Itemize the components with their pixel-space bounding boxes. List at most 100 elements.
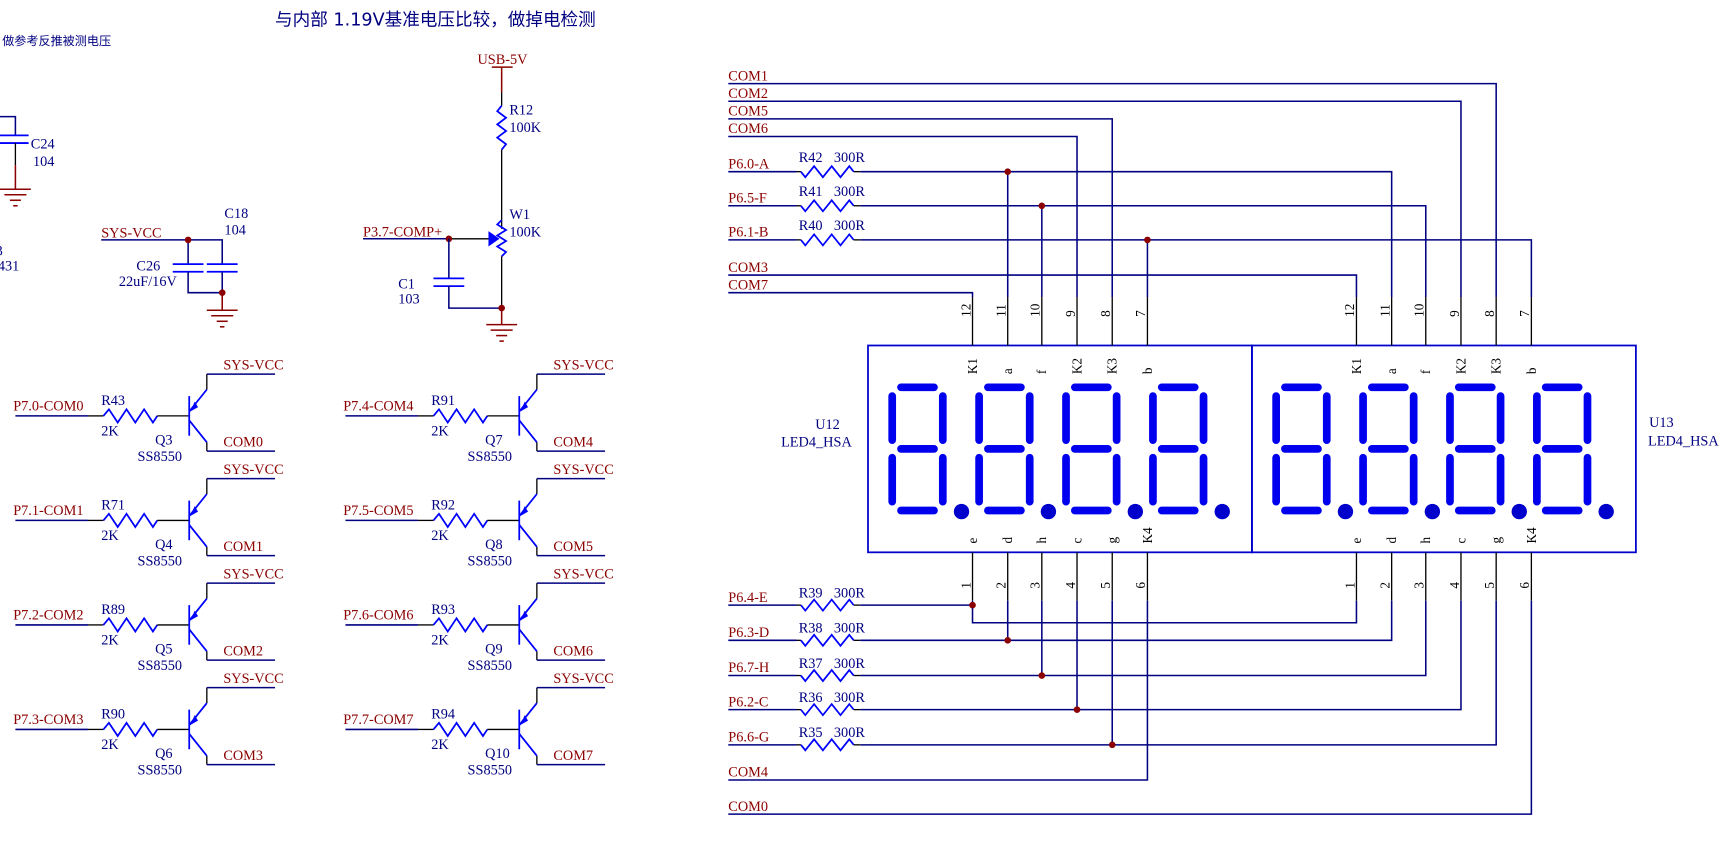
segment-dp — [1127, 503, 1144, 520]
top-pin-number: 11 — [1377, 304, 1392, 317]
bottom-pin-name: c — [1453, 538, 1468, 544]
base-resistor — [432, 616, 489, 634]
seven-segment-digit — [1149, 383, 1230, 520]
base-resistor-value: 2K — [101, 737, 119, 753]
base-resistor-ref: R71 — [101, 497, 125, 513]
seven-segment-digit — [1359, 383, 1441, 520]
cut-value: 431 — [0, 259, 19, 275]
top-pin-number: 11 — [994, 304, 1009, 317]
bottom-pin-number: 3 — [1028, 582, 1043, 589]
transistor-ref: Q10 — [485, 746, 510, 762]
series-resistor-value: 300R — [834, 585, 865, 601]
driver-output-label: COM3 — [223, 748, 263, 764]
bottom-pin-name: g — [1489, 537, 1504, 544]
base-resistor-value: 2K — [101, 424, 119, 440]
top-pin-number: 8 — [1098, 310, 1113, 317]
bottom-pin-name: e — [1349, 538, 1364, 544]
net-label: P6.1-B — [728, 225, 768, 241]
bottom-pin-number: 3 — [1412, 582, 1427, 589]
base-resistor-value: 2K — [101, 633, 119, 649]
base-resistor — [102, 616, 159, 634]
top-pin-name: b — [1140, 367, 1155, 374]
driver-q7: P7.4-COM4 R91 2K SYS-VCC COM4 Q7SS8550 — [343, 358, 614, 465]
series-resistor-value: 300R — [834, 656, 865, 672]
transistor-drivers: P7.0-COM0 R432KSYS-VCCCOM0Q3SS8550 P7.1-CO… — [13, 358, 614, 779]
transistor-part: SS8550 — [468, 763, 513, 779]
bottom-pin-name: g — [1105, 537, 1120, 544]
seven-segment-digit — [1062, 383, 1144, 520]
base-resistor — [432, 512, 489, 529]
segment-dp — [1598, 503, 1614, 520]
led-display-section: 12K111a10f9K28K37b1e2d3h4c5g6K412K111a10… — [728, 68, 1719, 815]
transistor-ref: Q6 — [155, 746, 172, 762]
transistor-ref: Q4 — [155, 537, 172, 553]
series-resistor-value: 300R — [834, 184, 865, 200]
seven-segment-digit — [975, 383, 1057, 520]
series-resistor-value: 300R — [834, 150, 865, 166]
bottom-pin-name: c — [1069, 538, 1084, 544]
u12-ref: U12 — [815, 417, 840, 433]
series-resistor-ref: R35 — [799, 725, 823, 741]
top-pin-number: 10 — [1412, 303, 1427, 317]
driver-q8: P7.5-COM5 R92 2K SYS-VCC COM5 Q8SS8550 — [343, 462, 614, 569]
base-resistor-ref: R92 — [431, 497, 455, 513]
top-pin-number: 10 — [1028, 303, 1043, 317]
led-module-u13: 12 K1 11 a 10 f 9 K2 8 K3 7 b 1 e 2 d 3 h 4 c 5 g 6 K4 — [1251, 297, 1637, 601]
transistor-part: SS8550 — [468, 449, 513, 465]
net-label: P6.6-G — [728, 730, 769, 746]
net-com6: COM6 — [728, 121, 1078, 298]
base-resistor-value: 2K — [431, 528, 449, 544]
net-label: COM0 — [728, 799, 768, 815]
series-resistor-value: 300R — [834, 690, 865, 706]
series-resistor-value: 300R — [834, 218, 865, 234]
net-label: COM3 — [728, 260, 768, 276]
driver-q10: P7.7-COM7 R94 2K SYS-VCC COM7 Q10SS8550 — [343, 671, 614, 778]
top-pin-name: K3 — [1105, 358, 1120, 375]
driver-q3: P7.0-COM0 R43 2K SYS-VCC COM0 Q3SS8550 — [13, 358, 284, 465]
r12-resistor — [495, 105, 508, 151]
driver-output-label: COM2 — [223, 644, 263, 660]
bottom-pin-name: e — [965, 538, 980, 544]
driver-output-label: COM5 — [553, 539, 593, 555]
c26-ref: C26 — [136, 259, 160, 275]
series-resistor-value: 300R — [834, 621, 865, 637]
schematic: 与内部 1.19V基准电压比较，做掉电检测 做参考反推被测电压 C24 104 … — [0, 10, 1719, 815]
schematic-title: 与内部 1.19V基准电压比较，做掉电检测 — [275, 10, 596, 30]
transistor-ref: Q7 — [485, 433, 502, 449]
cut-ref: 3 — [0, 243, 3, 259]
net-label: COM5 — [728, 104, 768, 120]
comparator-network: USB-5V R12 100K W1 100K P3.7-COMP+ C1 10… — [363, 52, 542, 342]
c24-ref: C24 — [31, 137, 55, 153]
top-pin-number: 12 — [1342, 304, 1357, 317]
transistor-part: SS8550 — [138, 554, 183, 570]
driver-output-label: COM6 — [553, 644, 593, 660]
bottom-pin-number: 1 — [1342, 582, 1357, 589]
segment-dp — [1040, 503, 1057, 520]
top-pin-name: K3 — [1489, 358, 1504, 375]
c18-ref: C18 — [224, 206, 248, 222]
net-label: COM7 — [728, 277, 768, 293]
base-resistor — [432, 721, 489, 738]
bottom-pin-name: d — [1000, 537, 1015, 544]
bottom-pin-name: h — [1418, 537, 1433, 544]
top-pin-number: 8 — [1482, 310, 1497, 317]
segment-dp — [1214, 503, 1230, 520]
usb-5v-label: USB-5V — [477, 52, 528, 68]
top-pin-name: f — [1034, 369, 1049, 374]
top-pin-number: 7 — [1133, 310, 1148, 317]
segment-dp — [1337, 503, 1354, 520]
bottom-pin-number: 5 — [1098, 582, 1113, 589]
net-label: P6.7-H — [728, 660, 769, 676]
driver-input-label: P7.1-COM1 — [13, 503, 83, 519]
base-resistor — [432, 407, 489, 425]
bottom-pin-number: 6 — [1133, 582, 1148, 589]
top-pin-name: b — [1524, 367, 1539, 374]
bottom-pin-number: 6 — [1517, 582, 1532, 589]
bottom-pin-number: 2 — [994, 582, 1009, 589]
w1-ref: W1 — [509, 207, 530, 223]
collector-vcc-label: SYS-VCC — [223, 462, 283, 478]
driver-input-label: P7.2-COM2 — [13, 607, 83, 623]
net-label: P6.4-E — [728, 590, 768, 606]
c18-value: 104 — [224, 222, 245, 238]
driver-output-label: COM0 — [223, 435, 263, 451]
